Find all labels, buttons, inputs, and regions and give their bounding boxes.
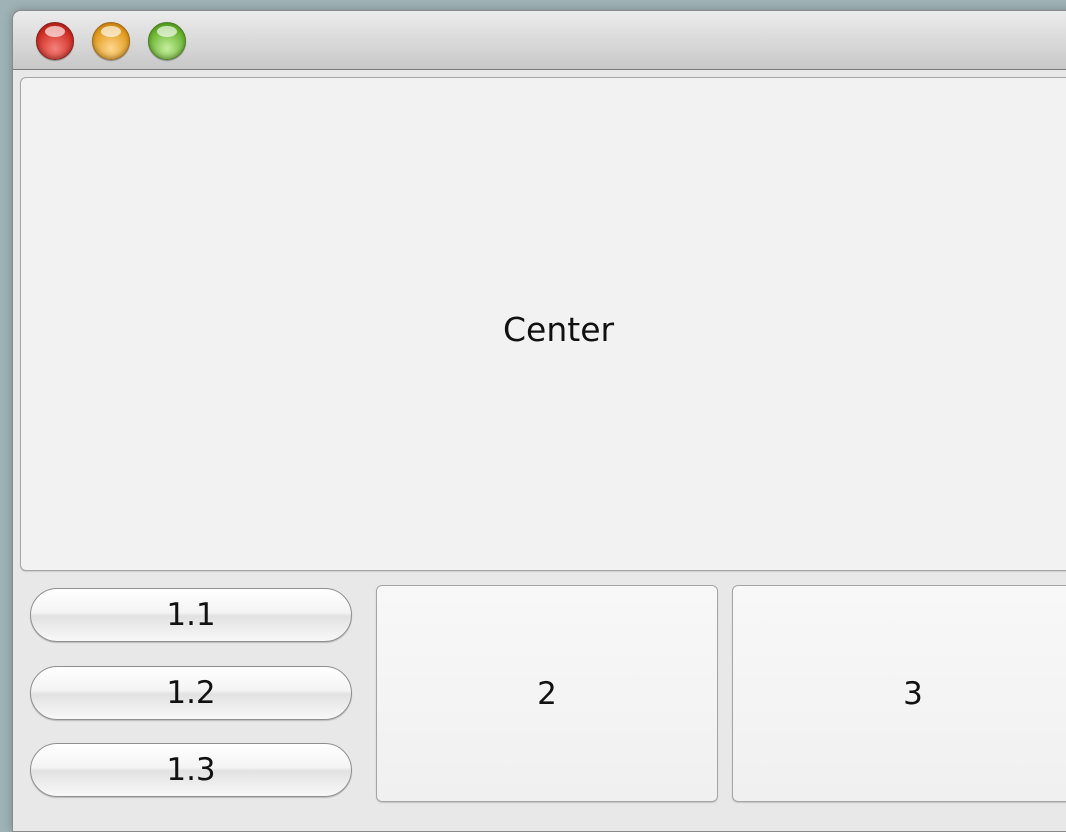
center-panel[interactable]: Center (20, 77, 1066, 571)
app-window: Center 1.1 1.2 1.3 2 3 (12, 10, 1066, 832)
window-content: Center 1.1 1.2 1.3 2 3 (13, 70, 1066, 831)
close-window-button[interactable] (36, 22, 74, 60)
title-bar[interactable] (13, 11, 1066, 70)
button-1-2[interactable]: 1.2 (30, 666, 352, 720)
zoom-window-button[interactable] (148, 22, 186, 60)
minimize-window-button[interactable] (92, 22, 130, 60)
button-2[interactable]: 2 (376, 585, 718, 802)
button-1-1[interactable]: 1.1 (30, 588, 352, 642)
button-3[interactable]: 3 (732, 585, 1066, 802)
center-label: Center (503, 310, 615, 349)
button-1-3[interactable]: 1.3 (30, 743, 352, 797)
